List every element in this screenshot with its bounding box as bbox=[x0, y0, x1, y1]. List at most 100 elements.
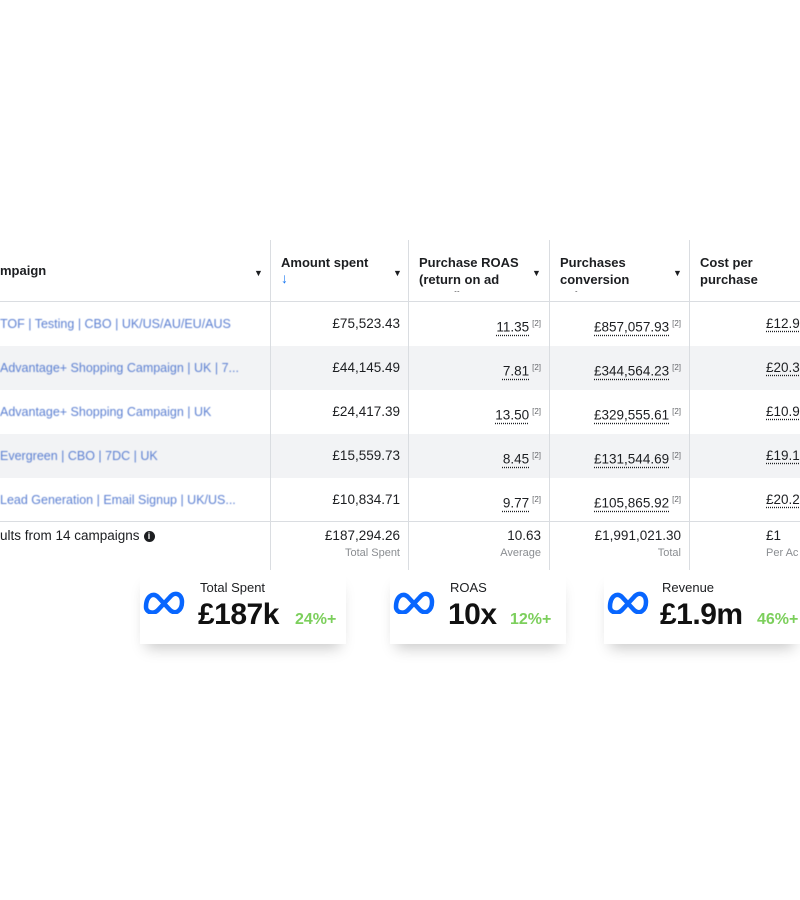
metric-card-revenue: Revenue £1.9m 46%+ bbox=[604, 572, 800, 644]
header-conversion-label: Purchases conversion value bbox=[560, 255, 630, 292]
conversion-value[interactable]: £857,057.93 bbox=[594, 320, 669, 335]
amount-spent-cell: £15,559.73 bbox=[332, 448, 400, 463]
totals-label: ults from 14 campaigns bbox=[0, 528, 140, 543]
average-roas-cell: 10.63 Average bbox=[409, 528, 549, 559]
roas-cell: 11.35 [2] bbox=[409, 302, 549, 346]
footnote-marker: [2] bbox=[672, 495, 681, 504]
footnote-marker: [2] bbox=[532, 407, 541, 416]
total-spent-caption: Total Spent bbox=[344, 547, 400, 559]
conversion-value-cell: £329,555.61 [2] bbox=[550, 390, 689, 434]
total-value: £1,991,021.30 bbox=[594, 528, 681, 543]
caret-down-icon[interactable]: ▼ bbox=[673, 265, 682, 282]
footnote-marker: [2] bbox=[672, 451, 681, 460]
cost-per-purchase-cell: £20.3 bbox=[766, 346, 800, 390]
header-roas[interactable]: Purchase ROAS (return on ad spend) ▼ bbox=[409, 240, 549, 292]
column-divider bbox=[408, 240, 409, 570]
caret-down-icon[interactable]: ▼ bbox=[254, 265, 263, 282]
cost-per-purchase-value[interactable]: £10.9 bbox=[766, 404, 800, 419]
roas-value[interactable]: 9.77 bbox=[503, 496, 529, 511]
footnote-marker: [2] bbox=[532, 363, 541, 372]
table-row[interactable]: Lead Generation | Email Signup | UK/US..… bbox=[0, 478, 800, 522]
footnote-marker: [2] bbox=[672, 363, 681, 372]
card-change: 12%+ bbox=[510, 611, 552, 628]
conversion-value-cell: £131,544.69 [2] bbox=[550, 434, 689, 478]
card-change: 24%+ bbox=[295, 611, 337, 628]
header-amount-spent[interactable]: Amount spent ↓ ▼ bbox=[271, 240, 408, 302]
header-roas-label: Purchase ROAS (return on ad spend) bbox=[419, 255, 519, 292]
campaign-name-link[interactable]: Evergreen | CBO | 7DC | UK bbox=[0, 434, 270, 478]
card-label: ROAS bbox=[450, 580, 487, 595]
totals-row: ults from 14 campaigns i £187,294.26 Tota… bbox=[0, 521, 800, 570]
header-campaign[interactable]: mpaign ▼ bbox=[0, 240, 270, 302]
campaign-name-link[interactable]: Lead Generation | Email Signup | UK/US..… bbox=[0, 478, 270, 522]
conversion-value-cell: £344,564.23 [2] bbox=[550, 346, 689, 390]
roas-value[interactable]: 8.45 bbox=[503, 452, 529, 467]
footnote-marker: [2] bbox=[532, 319, 541, 328]
campaign-name-link[interactable]: TOF | Testing | CBO | UK/US/AU/EU/AUS bbox=[0, 302, 270, 346]
roas-cell: 13.50 [2] bbox=[409, 390, 549, 434]
conversion-value-cell: £105,865.92 [2] bbox=[550, 478, 689, 522]
card-value: £1.9m bbox=[660, 598, 743, 631]
card-label: Total Spent bbox=[200, 580, 266, 595]
footnote-marker: [2] bbox=[532, 451, 541, 460]
meta-logo-icon bbox=[143, 591, 185, 614]
per-action-cell: £1 Per Ac bbox=[766, 528, 800, 559]
meta-logo-icon bbox=[607, 591, 649, 614]
cost-per-purchase-cell: £20.2 bbox=[766, 478, 800, 522]
amount-spent-cell: £75,523.43 bbox=[332, 316, 400, 331]
card-change: 46%+ bbox=[757, 611, 799, 628]
header-cpp-label: Cost per purchase bbox=[700, 255, 758, 287]
total-spent-cell: £187,294.26 Total Spent bbox=[271, 528, 408, 559]
total-value-caption: Total bbox=[657, 547, 681, 559]
card-value: 10x bbox=[448, 598, 497, 631]
roas-value[interactable]: 11.35 bbox=[496, 320, 529, 335]
table-row[interactable]: TOF | Testing | CBO | UK/US/AU/EU/AUS £7… bbox=[0, 302, 800, 346]
table-row[interactable]: Advantage+ Shopping Campaign | UK | 7...… bbox=[0, 346, 800, 390]
meta-logo-icon bbox=[393, 591, 435, 614]
cost-per-purchase-value[interactable]: £19.1 bbox=[766, 448, 800, 463]
conversion-value[interactable]: £329,555.61 bbox=[594, 408, 669, 423]
metric-card-total-spent: Total Spent £187k 24%+ bbox=[140, 572, 346, 644]
average-roas-value: 10.63 bbox=[507, 528, 541, 543]
header-amount-label: Amount spent bbox=[281, 255, 369, 270]
caret-down-icon[interactable]: ▼ bbox=[393, 265, 402, 282]
cost-per-purchase-value[interactable]: £12.9 bbox=[766, 316, 800, 331]
cost-per-purchase-cell: £19.1 bbox=[766, 434, 800, 478]
conversion-value-cell: £857,057.93 [2] bbox=[550, 302, 689, 346]
header-conversion-value[interactable]: Purchases conversion value ▼ bbox=[550, 240, 689, 292]
roas-cell: 7.81 [2] bbox=[409, 346, 549, 390]
footnote-marker: [2] bbox=[532, 495, 541, 504]
arrow-down-icon[interactable]: ↓ bbox=[281, 271, 398, 285]
card-value: £187k bbox=[198, 598, 279, 631]
cost-per-purchase-value[interactable]: £20.3 bbox=[766, 360, 800, 375]
campaign-name-link[interactable]: Advantage+ Shopping Campaign | UK bbox=[0, 390, 270, 434]
campaign-table: mpaign ▼ Amount spent ↓ ▼ Purchase ROAS … bbox=[0, 240, 800, 570]
cost-per-purchase-cell: £10.9 bbox=[766, 390, 800, 434]
metric-card-roas: ROAS 10x 12%+ bbox=[390, 572, 566, 644]
cost-per-purchase-cell: £12.9 bbox=[766, 302, 800, 346]
conversion-value[interactable]: £131,544.69 bbox=[594, 452, 669, 467]
header-cost-per-purchase[interactable]: Cost per purchase bbox=[690, 240, 800, 302]
roas-value[interactable]: 7.81 bbox=[503, 364, 529, 379]
roas-cell: 8.45 [2] bbox=[409, 434, 549, 478]
average-roas-caption: Average bbox=[500, 547, 541, 559]
conversion-value[interactable]: £105,865.92 bbox=[594, 496, 669, 511]
caret-down-icon[interactable]: ▼ bbox=[532, 265, 541, 282]
total-value-cell: £1,991,021.30 Total bbox=[550, 528, 689, 559]
footnote-marker: [2] bbox=[672, 319, 681, 328]
card-label: Revenue bbox=[662, 580, 715, 595]
info-icon[interactable]: i bbox=[143, 530, 155, 542]
campaign-name-link[interactable]: Advantage+ Shopping Campaign | UK | 7... bbox=[0, 346, 270, 390]
roas-value[interactable]: 13.50 bbox=[495, 408, 529, 423]
per-action-value: £1 bbox=[766, 528, 782, 543]
table-row[interactable]: Evergreen | CBO | 7DC | UK £15,559.73 8.… bbox=[0, 434, 800, 478]
conversion-value[interactable]: £344,564.23 bbox=[594, 364, 669, 379]
table-row[interactable]: Advantage+ Shopping Campaign | UK £24,41… bbox=[0, 390, 800, 434]
amount-spent-cell: £44,145.49 bbox=[332, 360, 400, 375]
table-header: mpaign ▼ Amount spent ↓ ▼ Purchase ROAS … bbox=[0, 240, 800, 302]
totals-label-cell: ults from 14 campaigns i bbox=[0, 528, 270, 543]
amount-spent-cell: £10,834.71 bbox=[332, 492, 400, 507]
header-campaign-label: mpaign bbox=[0, 263, 47, 278]
per-action-caption: Per Ac bbox=[766, 547, 799, 559]
cost-per-purchase-value[interactable]: £20.2 bbox=[766, 492, 800, 507]
